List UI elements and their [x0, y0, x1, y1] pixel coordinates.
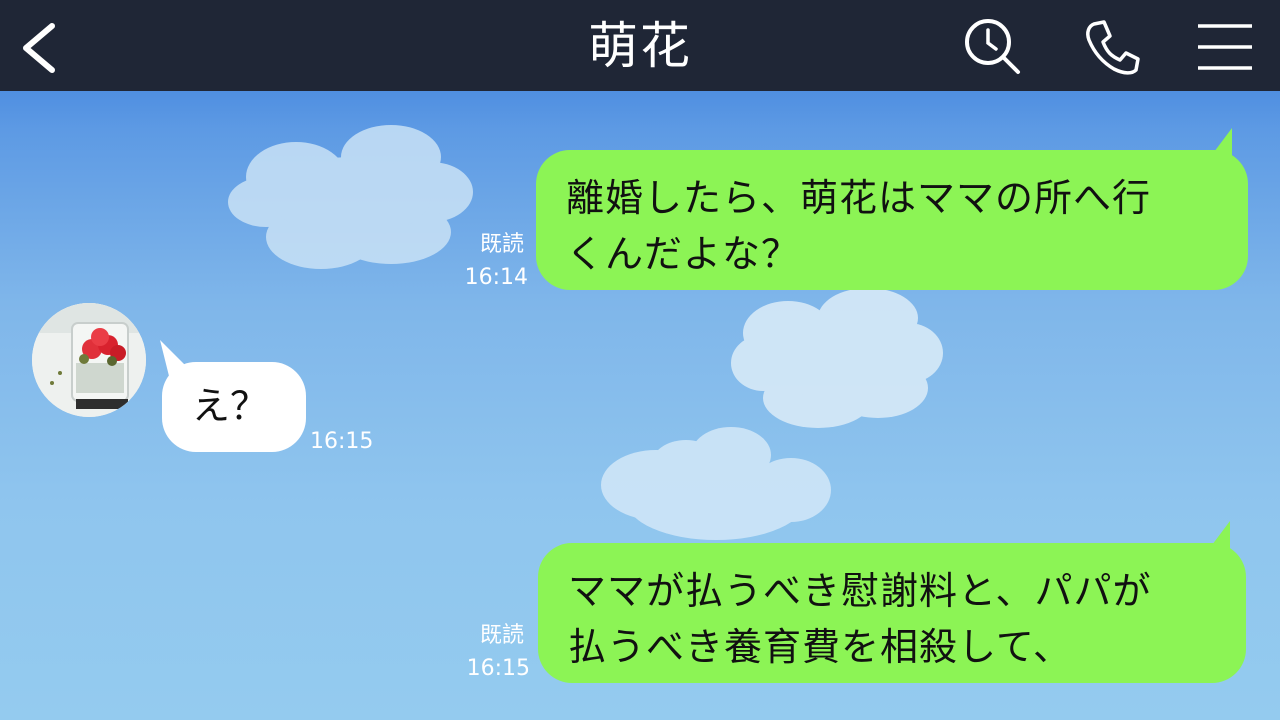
- read-receipt: 既読: [479, 232, 524, 257]
- avatar[interactable]: [32, 303, 146, 417]
- incoming-message-bubble[interactable]: え？: [160, 340, 306, 452]
- bubble-tail: [1200, 521, 1230, 561]
- chat-title: 萌花: [588, 17, 692, 75]
- message-timestamp: 16:14: [464, 265, 528, 290]
- bubble-tail: [1202, 128, 1232, 168]
- message-text-line: ママが払うべき慰謝料と、パパが: [568, 569, 1152, 613]
- outgoing-message-bubble[interactable]: ママが払うべき慰謝料と、パパが 払うべき養育費を相殺して、: [538, 521, 1246, 683]
- cloud-decoration: [731, 288, 943, 428]
- message-timestamp: 16:15: [310, 429, 374, 454]
- avatar-photo: [32, 303, 146, 417]
- bubble-tail: [160, 340, 200, 380]
- message-text-line: くんだよな？: [566, 232, 801, 276]
- cloud-decoration: [228, 125, 473, 269]
- message-timestamp: 16:15: [466, 656, 530, 681]
- chevron-left-icon[interactable]: [18, 20, 66, 76]
- search-clock-icon[interactable]: [962, 16, 1024, 78]
- outgoing-message-bubble[interactable]: 離婚したら、萌花はママの所へ行 くんだよな？: [536, 128, 1248, 290]
- message-text-line: 離婚したら、萌花はママの所へ行: [566, 176, 1152, 220]
- chat-header: 萌花: [0, 0, 1280, 91]
- cloud-decoration: [601, 427, 831, 540]
- phone-icon[interactable]: [1080, 16, 1142, 78]
- message-text-line: え？: [192, 384, 269, 428]
- read-receipt: 既読: [479, 623, 524, 648]
- menu-icon[interactable]: [1194, 16, 1256, 78]
- message-text-line: 払うべき養育費を相殺して、: [568, 625, 1072, 669]
